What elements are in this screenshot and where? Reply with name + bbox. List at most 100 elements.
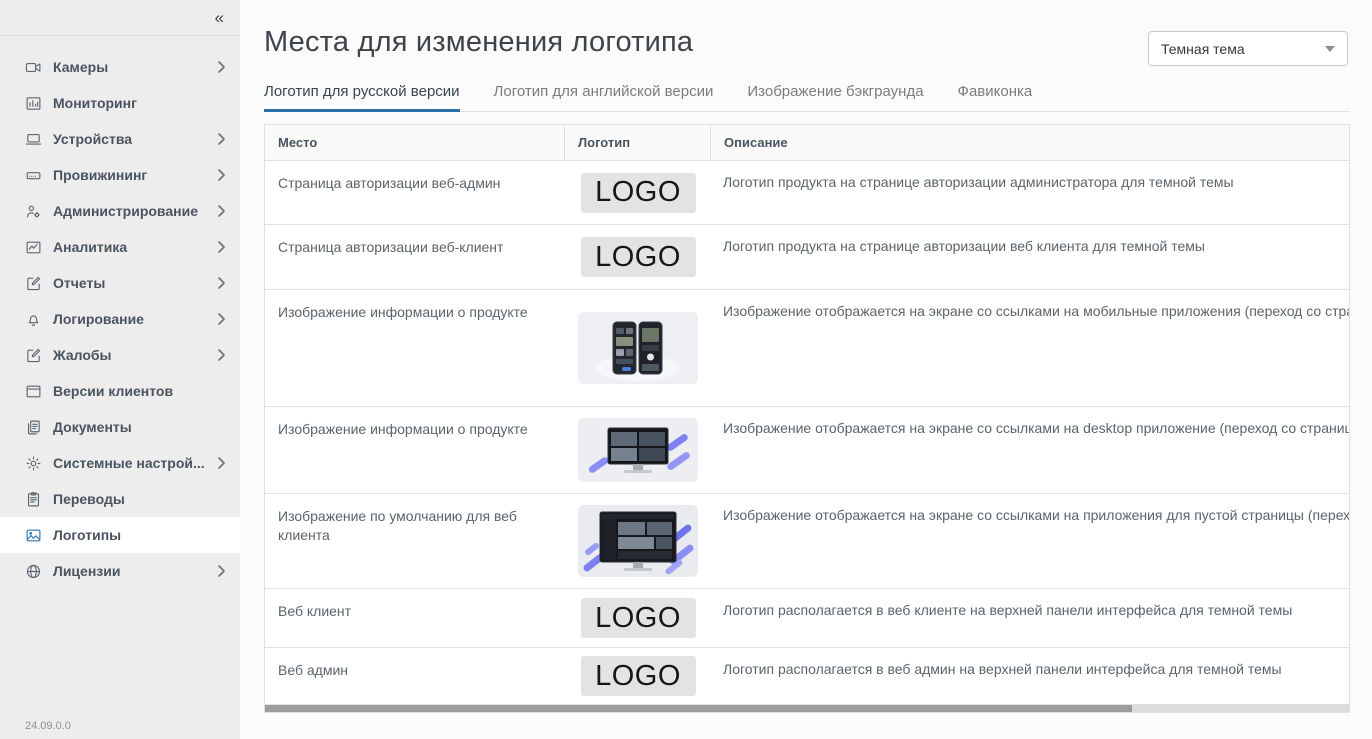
web-client-preview-image[interactable]: [578, 505, 698, 577]
sidebar-item-label: Системные настрой...: [53, 455, 217, 471]
sidebar-item-cameras[interactable]: Камеры: [0, 49, 240, 85]
chevron-right-icon: [217, 312, 226, 326]
camera-icon: [25, 59, 42, 76]
devices-icon: [25, 131, 42, 148]
place-cell: Страница авторизации веб-админ: [265, 161, 565, 224]
place-cell: Изображение информации о продукте: [265, 407, 565, 493]
sidebar-item-logos[interactable]: Логотипы: [0, 517, 240, 553]
provisioning-icon: [25, 167, 42, 184]
documents-icon: [25, 419, 42, 436]
sidebar-item-translations[interactable]: Переводы: [0, 481, 240, 517]
mobile-apps-preview-image[interactable]: [578, 312, 698, 384]
clipboard-icon: [25, 491, 42, 508]
chevron-right-icon: [217, 132, 226, 146]
logo-places-table: Место Логотип Описание Страница авториза…: [264, 124, 1350, 713]
description-cell: Логотип продукта на странице авторизации…: [711, 161, 1349, 224]
column-header-logo: Логотип: [565, 125, 711, 160]
chevron-right-icon: [217, 204, 226, 218]
table-row[interactable]: Веб админ LOGO Логотип располагается в в…: [265, 648, 1349, 705]
sidebar-item-label: Камеры: [53, 59, 217, 75]
collapse-sidebar-icon[interactable]: «: [215, 9, 224, 26]
sidebar-item-label: Аналитика: [53, 239, 217, 255]
horizontal-scrollbar[interactable]: [265, 705, 1349, 712]
sidebar-item-client-versions[interactable]: Версии клиентов: [0, 373, 240, 409]
analytics-icon: [25, 239, 42, 256]
table-row[interactable]: Страница авторизации веб-клиент LOGO Лог…: [265, 225, 1349, 290]
sidebar-item-provisioning[interactable]: Провижининг: [0, 157, 240, 193]
sidebar: « Камеры Мониторинг Устройства Провижини…: [0, 0, 240, 739]
tab-favicon[interactable]: Фавиконка: [958, 83, 1033, 112]
bell-icon: [25, 311, 42, 328]
sidebar-item-label: Переводы: [53, 491, 226, 507]
sidebar-item-reports[interactable]: Отчеты: [0, 265, 240, 301]
column-header-description: Описание: [711, 125, 1349, 160]
table-row[interactable]: Изображение по умолчанию для веб клиента: [265, 494, 1349, 589]
theme-select-value: Темная тема: [1161, 41, 1325, 57]
sidebar-item-label: Версии клиентов: [53, 383, 226, 399]
column-header-place: Место: [265, 125, 565, 160]
description-cell: Изображение отображается на экране со сс…: [711, 494, 1349, 588]
sidebar-item-logging[interactable]: Логирование: [0, 301, 240, 337]
place-cell: Веб клиент: [265, 589, 565, 647]
chevron-right-icon: [217, 456, 226, 470]
table-row[interactable]: Веб клиент LOGO Логотип располагается в …: [265, 589, 1349, 648]
app-version: 24.09.0.0: [25, 720, 71, 732]
logo-preview[interactable]: LOGO: [581, 237, 696, 277]
desktop-app-preview-image[interactable]: [578, 418, 698, 482]
sidebar-item-label: Лицензии: [53, 563, 217, 579]
globe-icon: [25, 563, 42, 580]
table-row[interactable]: Изображение информации о продукте: [265, 290, 1349, 407]
table-row[interactable]: Страница авторизации веб-админ LOGO Лого…: [265, 161, 1349, 225]
caret-down-icon: [1325, 46, 1335, 52]
sidebar-item-label: Провижининг: [53, 167, 217, 183]
tab-english-logo[interactable]: Логотип для английской версии: [494, 83, 714, 112]
sidebar-item-analytics[interactable]: Аналитика: [0, 229, 240, 265]
horizontal-scrollbar-thumb[interactable]: [265, 705, 1132, 712]
sidebar-item-label: Логотипы: [53, 527, 226, 543]
chevron-right-icon: [217, 168, 226, 182]
description-cell: Логотип продукта на странице авторизации…: [711, 225, 1349, 289]
gear-icon: [25, 455, 42, 472]
place-cell: Изображение по умолчанию для веб клиента: [265, 494, 565, 588]
sidebar-item-complaints[interactable]: Жалобы: [0, 337, 240, 373]
sidebar-item-devices[interactable]: Устройства: [0, 121, 240, 157]
sidebar-item-label: Документы: [53, 419, 226, 435]
place-cell: Изображение информации о продукте: [265, 290, 565, 406]
sidebar-item-label: Жалобы: [53, 347, 217, 363]
sidebar-header: «: [0, 0, 240, 36]
place-cell: Веб админ: [265, 648, 565, 704]
tabs-bar: Логотип для русской версии Логотип для а…: [264, 83, 1350, 112]
sidebar-item-label: Мониторинг: [53, 95, 226, 111]
client-versions-icon: [25, 383, 42, 400]
tab-background-image[interactable]: Изображение бэкграунда: [747, 83, 923, 112]
page-title: Места для изменения логотипа: [264, 26, 693, 59]
main-content: Места для изменения логотипа Темная тема…: [240, 0, 1372, 739]
chevron-right-icon: [217, 348, 226, 362]
complaints-icon: [25, 347, 42, 364]
description-cell: Логотип располагается в веб админ на вер…: [711, 648, 1349, 704]
image-icon: [25, 527, 42, 544]
description-cell: Изображение отображается на экране со сс…: [711, 407, 1349, 493]
chevron-right-icon: [217, 276, 226, 290]
tab-russian-logo[interactable]: Логотип для русской версии: [264, 83, 460, 112]
sidebar-item-administration[interactable]: Администрирование: [0, 193, 240, 229]
place-cell: Страница авторизации веб-клиент: [265, 225, 565, 289]
monitoring-icon: [25, 95, 42, 112]
description-cell: Логотип располагается в веб клиенте на в…: [711, 589, 1349, 647]
sidebar-item-system-settings[interactable]: Системные настрой...: [0, 445, 240, 481]
sidebar-item-label: Логирование: [53, 311, 217, 327]
sidebar-item-label: Администрирование: [53, 203, 217, 219]
logo-preview[interactable]: LOGO: [581, 656, 696, 696]
table-row[interactable]: Изображение информации о продукте: [265, 407, 1349, 494]
theme-select[interactable]: Темная тема: [1148, 31, 1348, 66]
chevron-right-icon: [217, 60, 226, 74]
sidebar-item-documents[interactable]: Документы: [0, 409, 240, 445]
administration-icon: [25, 203, 42, 220]
sidebar-item-monitoring[interactable]: Мониторинг: [0, 85, 240, 121]
chevron-right-icon: [217, 240, 226, 254]
sidebar-item-licenses[interactable]: Лицензии: [0, 553, 240, 589]
reports-icon: [25, 275, 42, 292]
sidebar-nav: Камеры Мониторинг Устройства Провижининг…: [0, 36, 240, 589]
logo-preview[interactable]: LOGO: [581, 598, 696, 638]
logo-preview[interactable]: LOGO: [581, 173, 696, 213]
